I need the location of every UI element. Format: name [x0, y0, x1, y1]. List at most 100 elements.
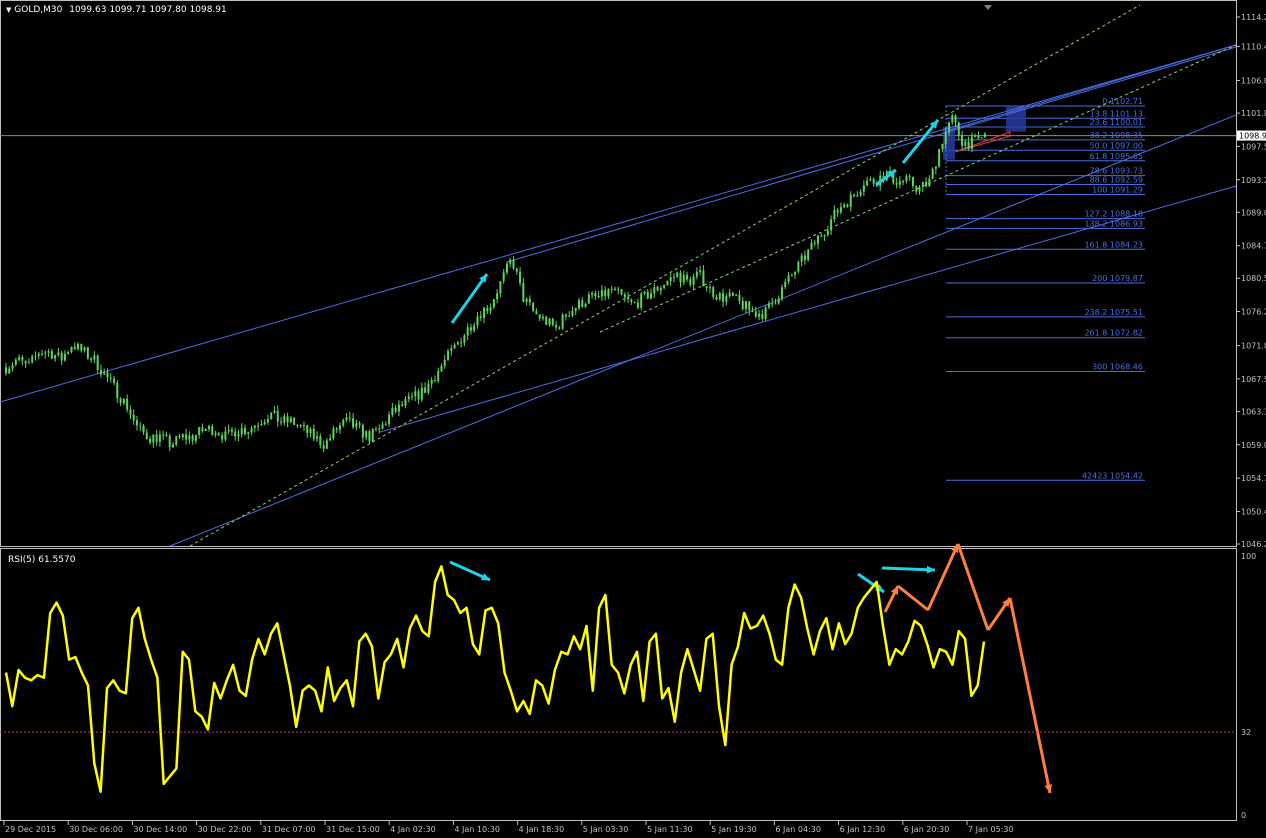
candle-body [113, 378, 116, 383]
candle-body [898, 181, 901, 185]
candle-body [280, 421, 283, 423]
symbol-label: GOLD,M30 [14, 5, 63, 15]
candle-body [479, 316, 482, 318]
candle-body [587, 294, 590, 304]
candle-body [548, 318, 551, 325]
cyan-arrow[interactable] [450, 273, 489, 324]
candle-body [394, 407, 397, 412]
candle-body [951, 115, 954, 123]
candle-body [705, 286, 708, 288]
time-axis-label: 6 Jan 04:30 [775, 825, 821, 834]
candle-body [224, 431, 227, 440]
candle-body [70, 346, 73, 353]
candle-body [823, 234, 826, 237]
cyan-arrow[interactable] [901, 119, 940, 164]
candle-body [974, 136, 977, 138]
triangle-pattern[interactable] [954, 131, 1011, 153]
candle-body [617, 288, 620, 290]
trendlines[interactable] [0, 4, 1237, 547]
shift-marker-icon[interactable] [984, 5, 992, 10]
candle-body [830, 219, 833, 231]
candle-body [872, 178, 875, 184]
trendline[interactable] [0, 44, 1237, 403]
candle-body [489, 307, 492, 312]
candle-body [911, 177, 914, 187]
candle-body [780, 287, 783, 299]
price-axis-label: 1046.2 [1241, 540, 1266, 549]
candle-body [342, 420, 345, 426]
candle-body [561, 314, 564, 329]
candle-body [60, 352, 63, 361]
time-axis-label: 5 Jan 19:30 [711, 825, 757, 834]
candle-body [918, 186, 921, 192]
candle-body [669, 277, 672, 282]
annotation-arrows[interactable] [449, 119, 1053, 794]
candle-body [790, 274, 793, 276]
candle-body [604, 290, 607, 297]
candle-body [754, 311, 757, 317]
candle-body [577, 300, 580, 309]
candle-body [682, 274, 685, 283]
candle-body [201, 427, 204, 432]
candle-body [181, 434, 184, 438]
orange-arrow[interactable] [1008, 597, 1052, 794]
fib-level-label: 261.8 1072.82 [1084, 329, 1143, 338]
candle-body [8, 368, 11, 374]
price-axis-label: 1067.5 [1241, 375, 1266, 384]
candle-body [211, 426, 214, 436]
fibonacci-retracement[interactable]: 0 1102.71 13.8 1101.1323.6 1100.01 38.2 10… [943, 97, 1145, 481]
fib-level-label: 13.8 1101.13 [1090, 109, 1143, 118]
candle-body [938, 148, 941, 167]
candle-body [984, 133, 986, 138]
candle-body [636, 302, 639, 308]
candle-body [643, 291, 646, 294]
candle-body [132, 414, 135, 421]
trendline[interactable] [169, 114, 1237, 547]
candle-body [378, 428, 381, 430]
dotted-channel-line[interactable] [189, 4, 1141, 547]
candle-body [686, 274, 689, 280]
candle-body [574, 308, 577, 311]
candle-body [735, 294, 738, 296]
candle-body [440, 365, 443, 371]
candle-body [784, 281, 787, 288]
candle-body [188, 435, 191, 440]
ohlc-high: 1099.71 [109, 5, 147, 15]
candle-body [692, 276, 695, 285]
orange-arrow-segment[interactable] [897, 584, 929, 612]
candle-body [771, 303, 774, 305]
candle-body [352, 418, 355, 428]
candle-body [463, 335, 466, 343]
chart-canvas[interactable]: 0 1102.71 13.8 1101.1323.6 1100.01 38.2 10… [0, 0, 1266, 834]
candle-body [316, 436, 319, 439]
orange-arrow[interactable] [926, 543, 960, 611]
candle-body [397, 404, 400, 412]
candle-body [355, 423, 358, 428]
candle-body [849, 194, 852, 207]
candle-body [476, 316, 479, 326]
candle-body [135, 420, 138, 426]
candle-body [512, 259, 515, 269]
cyan-arrow-head[interactable] [926, 565, 935, 574]
candle-body [964, 141, 967, 146]
time-axis-label: 4 Jan 02:30 [390, 825, 436, 834]
candle-body [630, 299, 633, 302]
candle-body [67, 352, 70, 354]
price-axis-label: 1050.4 [1241, 507, 1266, 516]
candle-body [257, 425, 260, 427]
axes: 1114.2 1110.4 1106.0 1101.8 1097.5 1093.2 1089… [3, 13, 1266, 834]
orange-arrow-segment[interactable] [956, 543, 990, 631]
dropdown-triangle-icon[interactable]: ▼ [6, 6, 11, 14]
candle-body [751, 309, 754, 312]
candle-body [325, 440, 328, 449]
candle-body [381, 424, 384, 429]
candle-body [453, 344, 456, 349]
time-axis-label: 7 Jan 05:30 [968, 825, 1014, 834]
candle-body [338, 425, 341, 430]
trading-chart-window[interactable]: 0 1102.71 13.8 1101.13 23.6 1100.01 38.2 10… [0, 0, 1266, 834]
time-axis-label: 31 Dec 07:00 [262, 825, 316, 834]
fib-level-label: 100 1091.29 [1092, 186, 1143, 195]
candle-body [450, 348, 453, 351]
fib-level-label: 50.0 1097.00 [1090, 141, 1143, 150]
candle-body [270, 412, 273, 420]
